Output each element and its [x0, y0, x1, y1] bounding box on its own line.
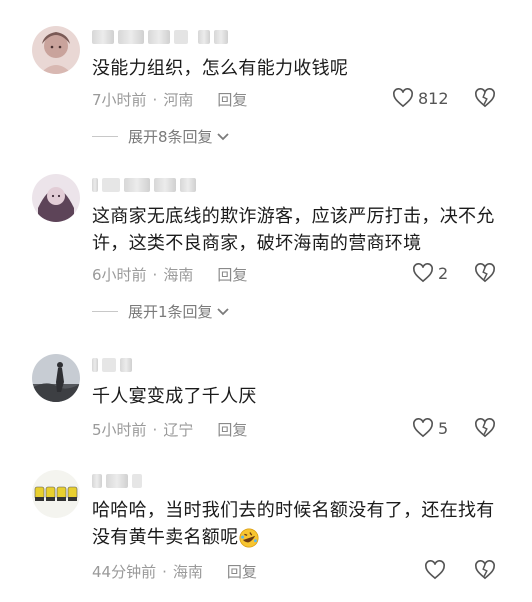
comment-location: 海南 [172, 563, 203, 581]
rofl-emoji-icon [239, 528, 259, 548]
username-blurred [92, 176, 196, 194]
broken-heart-icon [475, 263, 495, 283]
broken-heart-icon [475, 88, 495, 108]
comment-location: 河南 [163, 91, 194, 109]
broken-heart-icon [475, 418, 495, 438]
comment-text-body: 哈哈哈，当时我们去的时候名额没有了，还在找有没有黄牛卖名额呢 [92, 500, 495, 548]
comment-location: 海南 [163, 266, 194, 284]
expand-divider [92, 311, 118, 312]
meta-separator: · [162, 562, 167, 581]
like-button[interactable]: 5 [412, 418, 448, 438]
username-blurred [92, 472, 142, 490]
heart-outline-icon [393, 88, 413, 108]
comment-text: 这商家无底线的欺诈游客，应该严厉打击，决不允许，这类不良商家，破坏海南的营商环境 [92, 206, 495, 254]
dislike-button[interactable] [474, 560, 496, 584]
expand-replies-label: 展开1条回复 [128, 303, 213, 321]
comment-text: 哈哈哈，当时我们去的时候名额没有了，还在找有没有黄牛卖名额呢 [92, 497, 508, 551]
comment-meta: 5小时前 · 辽宁 回复 [92, 419, 247, 440]
like-count: 812 [418, 88, 449, 108]
comment-text: 千人宴变成了千人厌 [92, 386, 257, 407]
dislike-button[interactable] [474, 418, 496, 442]
dislike-button[interactable] [474, 88, 496, 112]
heart-outline-icon [413, 263, 433, 283]
heart-outline-icon [413, 418, 433, 438]
broken-heart-icon [475, 560, 495, 580]
heart-outline-icon [425, 560, 445, 580]
comment-meta: 6小时前 · 海南 回复 [92, 264, 247, 285]
comment-time: 6小时前 [92, 266, 147, 284]
reply-button[interactable]: 回复 [217, 89, 247, 110]
comment-location: 辽宁 [163, 421, 194, 439]
comment-time: 7小时前 [92, 91, 147, 109]
avatar[interactable] [32, 354, 80, 402]
comment-meta: 7小时前 · 河南 回复 [92, 89, 247, 110]
reply-button[interactable]: 回复 [217, 264, 247, 285]
meta-separator: · [152, 90, 158, 109]
like-button[interactable]: 812 [392, 88, 449, 108]
meta-separator: · [152, 420, 158, 439]
chevron-down-icon [216, 307, 229, 315]
like-count: 5 [438, 418, 449, 438]
like-button[interactable]: 2 [412, 263, 448, 283]
username-blurred [92, 356, 132, 374]
comment-meta: 44分钟前 · 海南 回复 [92, 561, 257, 582]
like-button[interactable] [424, 560, 450, 580]
meta-separator: · [152, 265, 158, 284]
reply-button[interactable]: 回复 [227, 561, 257, 582]
chevron-down-icon [216, 132, 229, 140]
like-count: 2 [438, 263, 449, 283]
expand-divider [92, 136, 118, 137]
avatar[interactable] [32, 174, 80, 222]
avatar[interactable] [32, 470, 80, 518]
username-blurred [92, 28, 228, 46]
expand-replies-button[interactable]: 展开1条回复 [92, 301, 230, 322]
comment-time: 44分钟前 [92, 563, 157, 581]
expand-replies-button[interactable]: 展开8条回复 [92, 126, 230, 147]
dislike-button[interactable] [474, 263, 496, 287]
comment-time: 5小时前 [92, 421, 147, 439]
avatar[interactable] [32, 26, 80, 74]
reply-button[interactable]: 回复 [217, 419, 247, 440]
comment-text: 没能力组织，怎么有能力收钱呢 [92, 58, 349, 79]
expand-replies-label: 展开8条回复 [128, 128, 213, 146]
